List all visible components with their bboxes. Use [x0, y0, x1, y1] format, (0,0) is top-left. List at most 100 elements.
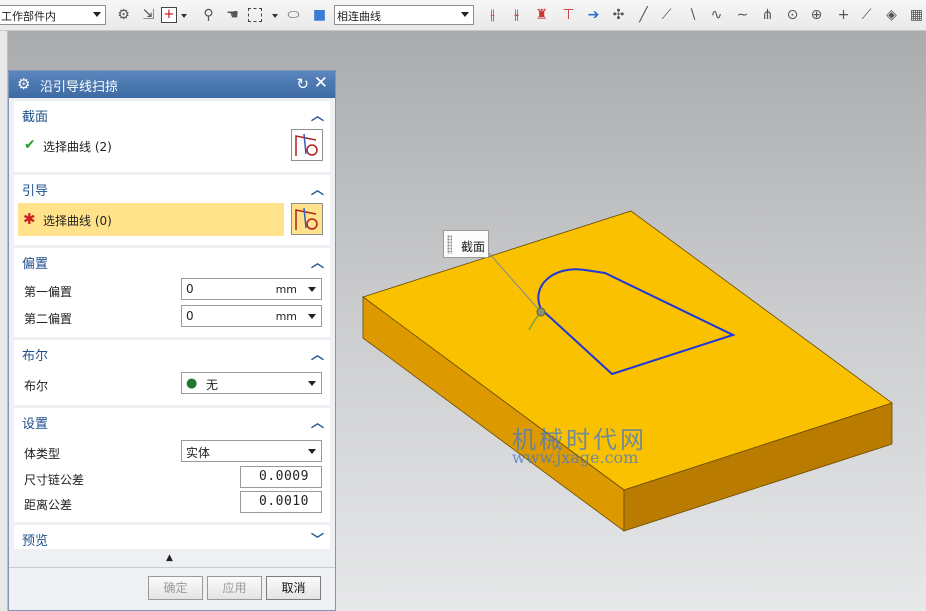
- required-asterisk-icon: ✱: [23, 210, 36, 228]
- apply-button[interactable]: 应用: [207, 576, 262, 600]
- chevron-up-icon[interactable]: ︿: [311, 105, 324, 124]
- line-point-icon[interactable]: ⟋: [658, 7, 675, 24]
- gear-icon[interactable]: ⚙: [17, 75, 30, 93]
- cancel-button[interactable]: 取消: [266, 576, 321, 600]
- section-group-header[interactable]: 截面 ︿: [14, 101, 330, 125]
- chevron-up-icon[interactable]: ︿: [311, 344, 324, 363]
- guide-group-header[interactable]: 引导 ︿: [14, 175, 330, 199]
- end-point-icon[interactable]: ⟋: [858, 7, 875, 24]
- second-offset-value: 0: [186, 309, 194, 323]
- body-type-label: 体类型: [24, 447, 61, 461]
- grid-icon[interactable]: ▦: [908, 7, 925, 24]
- chevron-up-icon[interactable]: ︿: [311, 179, 324, 198]
- section-start-point[interactable]: [536, 307, 546, 317]
- chain-tolerance-label: 尺寸链公差: [24, 473, 85, 487]
- ok-button[interactable]: 确定: [148, 576, 203, 600]
- preview-group-title: 预览: [22, 534, 49, 549]
- studio-spline-icon[interactable]: ∿: [708, 7, 725, 24]
- rectangle-select-icon[interactable]: [248, 8, 262, 22]
- chevron-down-icon[interactable]: [308, 381, 316, 386]
- select-curve-icon: [295, 133, 318, 156]
- feature-tree-icon[interactable]: ♜: [533, 7, 550, 24]
- settings-group-header[interactable]: 设置 ︿: [14, 408, 330, 432]
- plus-point-icon[interactable]: +: [835, 7, 852, 24]
- preview-group: 预览 ﹀: [14, 525, 330, 549]
- point-dialog-icon[interactable]: ✣: [610, 7, 627, 24]
- chevron-up-icon[interactable]: ︿: [311, 412, 324, 431]
- settings-group: 设置 ︿ 体类型 实体 尺寸链公差 0.0009 距离公差 0.0010: [14, 408, 330, 522]
- boolean-value: 无: [206, 378, 219, 392]
- first-offset-unit: mm: [275, 283, 297, 296]
- resource-bar-edge: [0, 31, 8, 611]
- offset-group-header[interactable]: 偏置 ︿: [14, 248, 330, 272]
- solid-cube-icon[interactable]: ■: [311, 7, 328, 24]
- boolean-select[interactable]: ● 无: [181, 372, 322, 394]
- chevron-up-icon[interactable]: ︿: [311, 252, 324, 271]
- button-divider: [9, 567, 335, 568]
- distance-tolerance-label: 距离公差: [24, 498, 73, 512]
- eraser-icon[interactable]: ⬭: [285, 7, 302, 24]
- tooltip-label: 截面: [461, 240, 486, 254]
- chevron-down-icon[interactable]: [272, 14, 278, 18]
- first-offset-value: 0: [186, 282, 194, 296]
- section-group: 截面 ︿ ✔ 选择曲线 (2): [14, 101, 330, 172]
- quadrant-point-icon[interactable]: ⊕: [808, 7, 825, 24]
- chevron-down-icon: [461, 12, 469, 17]
- dialog-title: 沿引导线扫掠: [40, 80, 119, 95]
- boolean-none-icon: ●: [186, 376, 198, 391]
- arrow-right-icon[interactable]: ➔: [585, 7, 602, 24]
- curve-rule-select[interactable]: 相连曲线: [334, 5, 474, 25]
- collapse-triangle-icon[interactable]: ▲: [166, 553, 173, 563]
- circle-center-icon[interactable]: ⊙: [784, 7, 801, 24]
- selection-filter-value: 工作部件内: [1, 10, 56, 23]
- guide-select-row[interactable]: ✱ 选择曲线 (0): [18, 203, 284, 236]
- body-type-value: 实体: [186, 446, 211, 460]
- curve-rule-value: 相连曲线: [337, 10, 381, 23]
- stop-at-intersection-icon[interactable]: ⫲: [484, 7, 501, 24]
- watermark-url: www.jxage.com: [512, 448, 639, 467]
- path-icon[interactable]: ⊤: [560, 7, 577, 24]
- offset-group-title: 偏置: [22, 257, 49, 272]
- chevron-down-icon[interactable]: ﹀: [311, 529, 324, 548]
- wave-curve-icon[interactable]: ∼: [734, 7, 751, 24]
- guide-group: 引导 ︿ ✱ 选择曲线 (0): [14, 175, 330, 245]
- chevron-down-icon[interactable]: [308, 287, 316, 292]
- drag-grip-icon[interactable]: [447, 235, 452, 254]
- distance-tolerance-input[interactable]: 0.0010: [240, 491, 322, 513]
- chain-tolerance-input[interactable]: 0.0009: [240, 466, 322, 488]
- distance-tolerance-value: 0.0010: [259, 494, 309, 509]
- selection-filter-select[interactable]: 工作部件内: [0, 5, 106, 25]
- section-tooltip: 截面: [443, 230, 489, 258]
- second-offset-label: 第二偏置: [24, 312, 73, 326]
- add-selection-icon[interactable]: +: [161, 7, 177, 23]
- sweep-along-guide-dialog: ⚙ 沿引导线扫掠 ↻ ✕ 截面 ︿ ✔ 选择曲线 (2) 引导 ︿ ✱ 选择曲线…: [8, 70, 336, 611]
- body-type-select[interactable]: 实体: [181, 440, 322, 462]
- boolean-group-header[interactable]: 布尔 ︿: [14, 340, 330, 364]
- snap-icon[interactable]: ⚙: [115, 7, 132, 24]
- follow-fillet-icon[interactable]: ⫳: [508, 7, 525, 24]
- chevron-down-icon[interactable]: [308, 314, 316, 319]
- preview-group-header[interactable]: 预览 ﹀: [14, 525, 330, 549]
- chevron-down-icon[interactable]: [181, 14, 187, 18]
- chevron-down-icon[interactable]: [308, 449, 316, 454]
- inference-icon[interactable]: ☚: [224, 7, 241, 24]
- guide-curve-select-button[interactable]: [291, 203, 323, 235]
- feature-select-icon[interactable]: ⚲: [200, 7, 217, 24]
- first-offset-field[interactable]: 0 mm: [181, 278, 322, 300]
- select-general-icon[interactable]: ⇲: [140, 7, 157, 24]
- close-icon[interactable]: ✕: [314, 74, 328, 93]
- guide-select-label: 选择曲线 (0): [43, 214, 112, 228]
- tangent-icon[interactable]: ⋔: [759, 7, 776, 24]
- check-icon: ✔: [24, 137, 36, 153]
- top-toolbar: 工作部件内 ⚙ ⇲ + ⚲ ☚ ⬭ ■ 相连曲线 ⫲ ⫳ ♜ ⊤ ➔ ✣ ╱ ⟋…: [0, 0, 926, 31]
- dialog-title-bar[interactable]: ⚙ 沿引导线扫掠 ↻ ✕: [9, 71, 335, 98]
- arc-icon[interactable]: ∖: [684, 7, 701, 24]
- guide-group-title: 引导: [22, 184, 49, 199]
- face-icon[interactable]: ◈: [883, 7, 900, 24]
- second-offset-field[interactable]: 0 mm: [181, 305, 322, 327]
- second-offset-unit: mm: [275, 310, 297, 323]
- line-icon[interactable]: ╱: [635, 7, 652, 24]
- section-curve-select-button[interactable]: [291, 129, 323, 161]
- reset-icon[interactable]: ↻: [296, 75, 309, 93]
- section-select-label[interactable]: 选择曲线 (2): [43, 138, 112, 155]
